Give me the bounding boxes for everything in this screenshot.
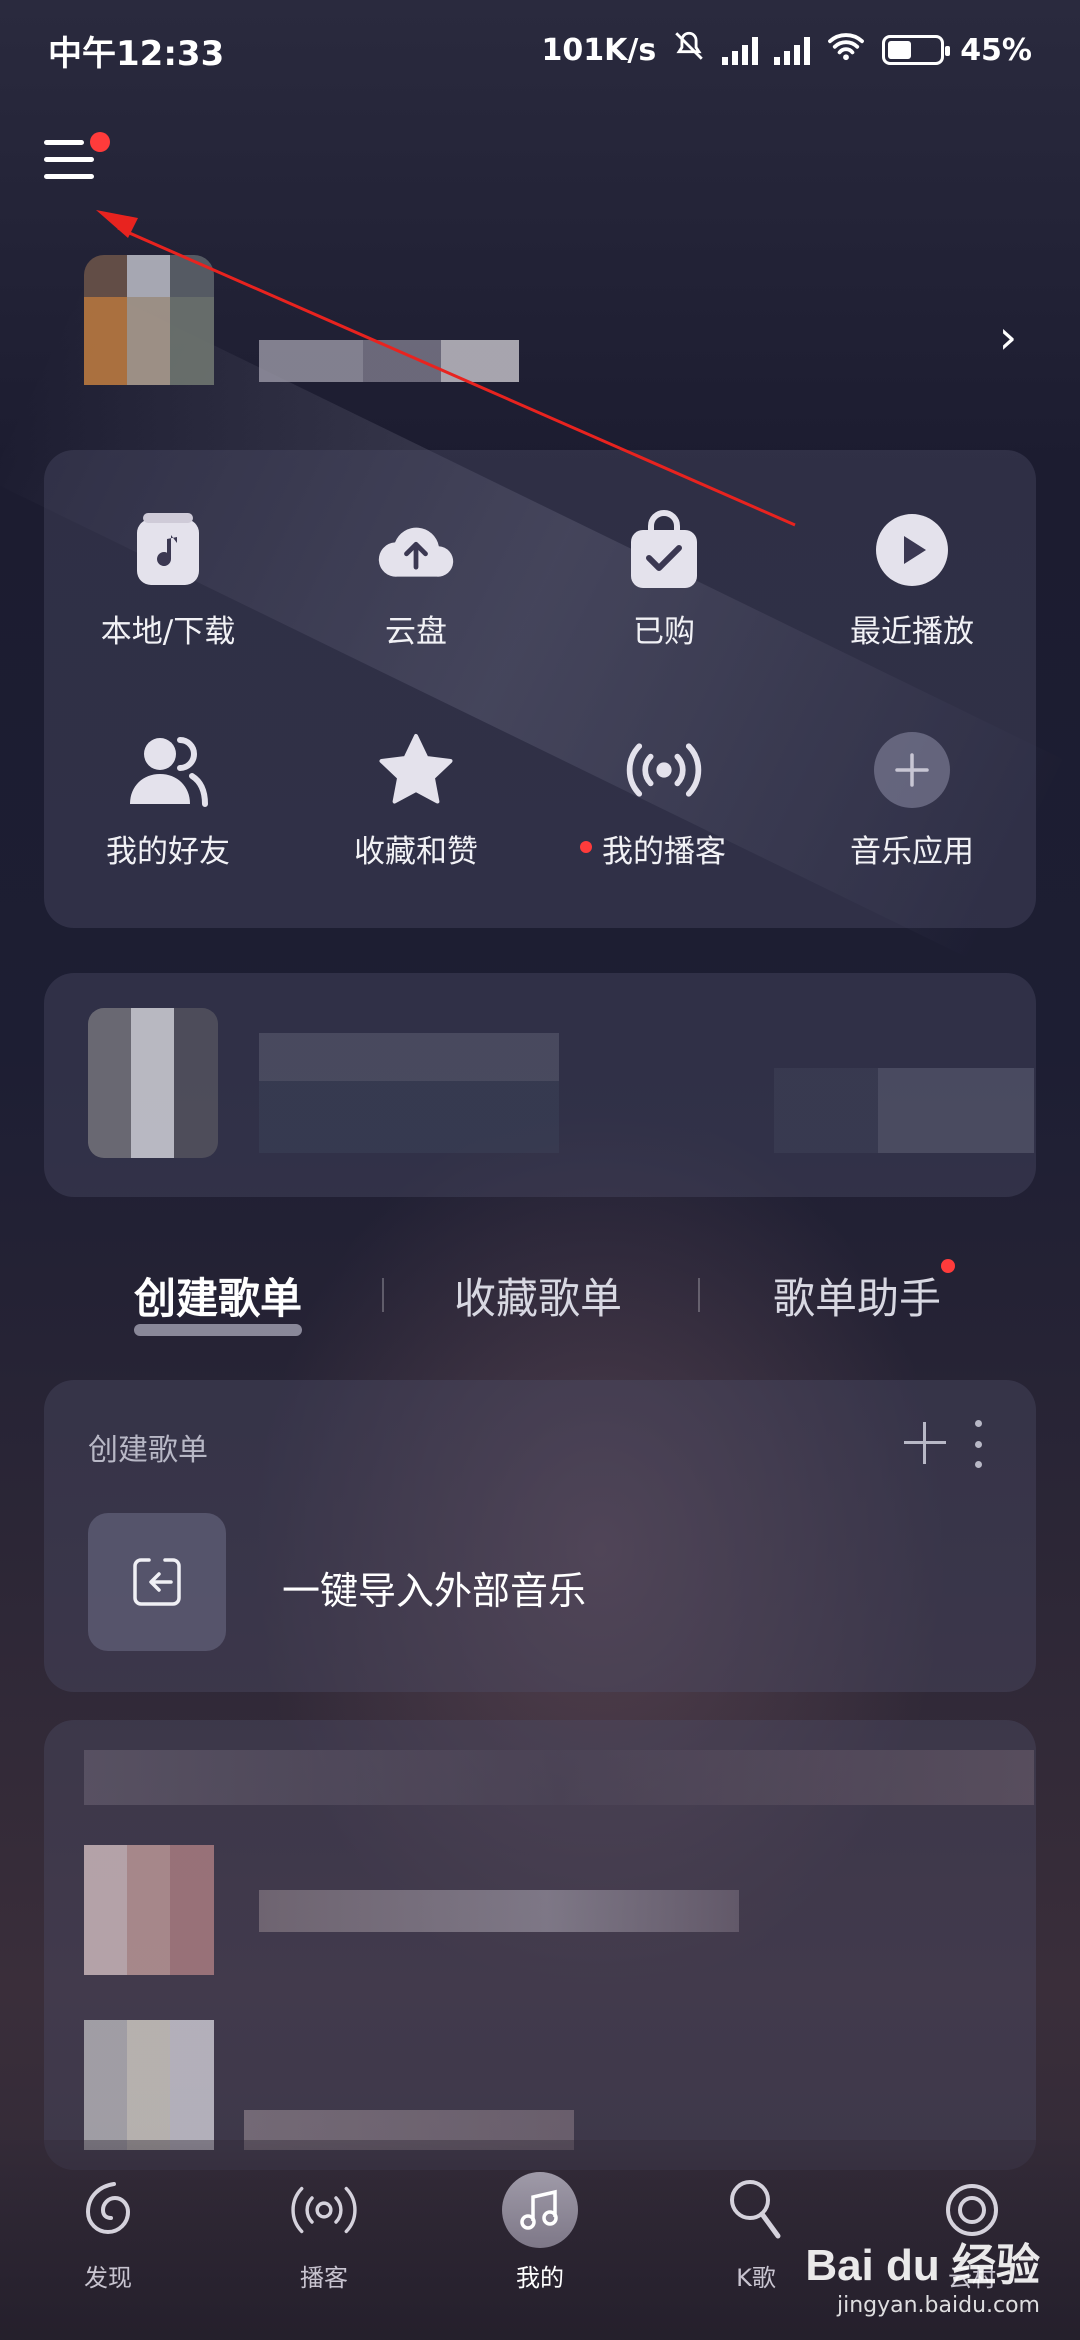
blurred-content-card[interactable]	[44, 973, 1036, 1197]
blurred-playlist-cover[interactable]	[84, 1845, 214, 1975]
chevron-right-icon[interactable]: ›	[988, 314, 1028, 360]
profile-header[interactable]: ›	[44, 255, 1034, 425]
discover-icon	[68, 2170, 148, 2250]
tab-collected-playlists[interactable]: 收藏歌单	[454, 1265, 622, 1326]
microphone-icon	[716, 2170, 796, 2250]
quick-my-podcast[interactable]: 我的播客	[540, 730, 788, 948]
more-options-button[interactable]	[970, 1420, 986, 1468]
blurred-playlist-list	[44, 1720, 1036, 2170]
blurred-playlist-cover[interactable]	[84, 2020, 214, 2150]
blurred-thumbnail	[88, 1008, 218, 1158]
quick-purchased[interactable]: 已购	[540, 510, 788, 730]
podcast-icon	[624, 730, 704, 810]
blurred-row	[84, 1750, 1034, 1805]
quick-cloud-disk[interactable]: 云盘	[292, 510, 540, 730]
section-title: 创建歌单	[88, 1433, 208, 1468]
playlist-tabs: 创建歌单 收藏歌单 歌单助手	[0, 1258, 1080, 1336]
created-playlists-card: 创建歌单 一键导入外部音乐	[44, 1380, 1036, 1692]
blurred-playlist-name	[259, 1890, 739, 1932]
quick-favorites[interactable]: 收藏和赞	[292, 730, 540, 948]
tab-underline	[134, 1323, 303, 1336]
play-circle-icon	[872, 510, 952, 590]
nav-podcast[interactable]: 播客	[249, 2170, 399, 2293]
tab-divider	[382, 1278, 384, 1312]
music-note-icon	[502, 2172, 578, 2248]
battery-percent: 45%	[960, 32, 1032, 68]
import-music-label[interactable]: 一键导入外部音乐	[282, 1560, 586, 1615]
tab-playlist-assistant[interactable]: 歌单助手	[773, 1258, 956, 1326]
baidu-jingyan-watermark: Bai du 经验 jingyan.baidu.com	[805, 2241, 1040, 2318]
menu-icon	[44, 140, 84, 145]
tab-created-playlists[interactable]: 创建歌单	[134, 1265, 303, 1336]
mute-bell-icon	[672, 29, 706, 71]
menu-button[interactable]	[44, 132, 110, 190]
quick-music-apps[interactable]: 音乐应用	[788, 730, 1036, 948]
import-icon	[133, 1558, 181, 1606]
blurred-text-right	[774, 1068, 1034, 1153]
friends-icon	[128, 730, 208, 810]
podcast-icon	[284, 2170, 364, 2250]
quick-recent-play[interactable]: 最近播放	[788, 510, 1036, 730]
profile-name-blurred	[259, 340, 519, 382]
avatar[interactable]	[84, 255, 214, 385]
cloud-upload-icon	[376, 510, 456, 590]
star-icon	[376, 730, 456, 810]
quick-actions-card: 本地/下载 云盘 已购 最近播放 我的好友 收藏和赞 我的播客 音乐应用	[44, 450, 1036, 928]
tab-notification-dot	[941, 1258, 956, 1273]
nav-discover[interactable]: 发现	[33, 2170, 183, 2293]
status-bar: 中午12:33 101K/s 45%	[0, 0, 1080, 100]
import-music-thumb[interactable]	[88, 1513, 226, 1651]
plus-circle-icon	[872, 730, 952, 810]
music-note-icon	[128, 510, 208, 590]
nav-mine[interactable]: 我的	[465, 2170, 615, 2293]
add-playlist-button[interactable]	[900, 1418, 950, 1468]
status-time: 中午12:33	[48, 33, 225, 74]
quick-local-download[interactable]: 本地/下载	[44, 510, 292, 730]
podcast-notification-dot	[580, 841, 592, 853]
blurred-text	[259, 1033, 559, 1153]
network-speed: 101K/s	[541, 32, 657, 68]
notification-dot	[90, 132, 110, 152]
wifi-icon	[826, 30, 866, 70]
shopping-bag-check-icon	[624, 510, 704, 590]
battery-icon	[882, 35, 951, 65]
tab-divider	[698, 1278, 700, 1312]
signal-icon-2	[774, 35, 811, 65]
signal-icon-1	[722, 35, 759, 65]
status-icons: 101K/s 45%	[541, 29, 1032, 71]
quick-friends[interactable]: 我的好友	[44, 730, 292, 948]
